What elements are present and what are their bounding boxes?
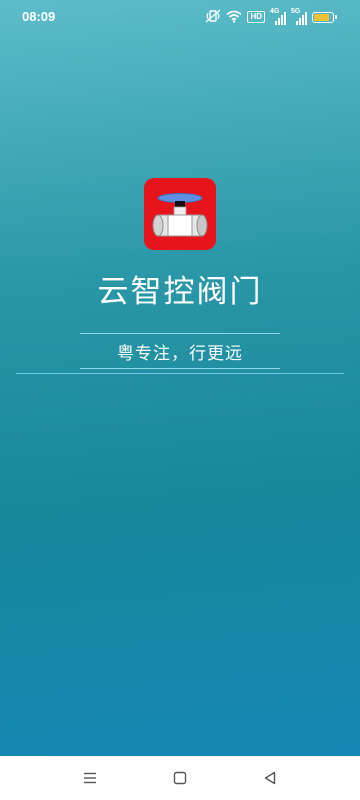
menu-icon <box>84 772 96 784</box>
app-slogan: 粤专注，行更远 <box>117 344 243 364</box>
status-bar: 08:09 HD 4G 5G <box>0 0 360 34</box>
signal-2-tag: 5G <box>291 8 301 15</box>
battery-icon <box>312 11 337 23</box>
valve-icon <box>152 193 208 237</box>
wifi-icon <box>226 8 242 27</box>
home-icon <box>173 771 187 785</box>
nav-back-button[interactable] <box>260 768 280 788</box>
slogan-divider-bottom <box>80 368 280 369</box>
status-icons: HD 4G 5G <box>205 8 337 27</box>
vibrate-icon <box>205 8 221 27</box>
slogan-divider-long <box>16 373 344 374</box>
navigation-bar <box>0 756 360 800</box>
status-time: 08:09 <box>22 9 56 24</box>
nav-home-button[interactable] <box>170 768 190 788</box>
slogan-divider-top <box>80 333 280 334</box>
splash-screen: 08:09 HD 4G 5G 云智控阀门 粤专注，行更远 <box>0 0 360 756</box>
battery-fill <box>314 13 330 21</box>
app-title: 云智控阀门 <box>97 274 263 310</box>
signal-icon-sim2: 5G <box>291 8 307 25</box>
back-icon <box>264 771 276 785</box>
signal-1-tag: 4G <box>270 8 280 15</box>
hd-badge: HD <box>247 11 265 23</box>
nav-menu-button[interactable] <box>80 768 100 788</box>
signal-icon-sim1: 4G <box>270 8 286 25</box>
app-logo <box>144 178 216 250</box>
